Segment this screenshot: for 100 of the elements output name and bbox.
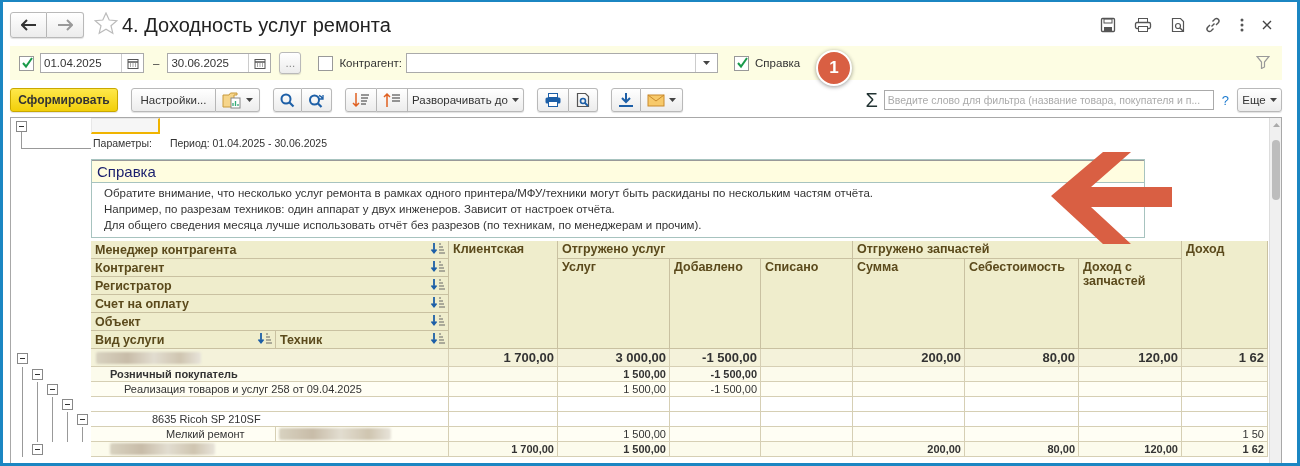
sort-icon[interactable] <box>257 332 273 347</box>
column-header[interactable]: Себестоимость <box>965 259 1079 349</box>
collapse-toggle[interactable] <box>62 399 73 410</box>
collapse-toggle[interactable] <box>77 414 88 425</box>
column-header[interactable]: Регистратор <box>91 277 449 295</box>
filter-icon[interactable] <box>1256 55 1270 69</box>
window-title: 4. Доходность услуг ремонта <box>122 13 391 37</box>
column-header[interactable]: Сумма <box>853 259 965 349</box>
sort-up-icon <box>383 92 401 108</box>
checkbox[interactable] <box>734 55 750 71</box>
parameters-label: Параметры: <box>93 137 152 149</box>
table-cell: 1 700,00 <box>449 349 558 367</box>
date-to-field[interactable]: 30.06.2025 <box>167 53 272 73</box>
sort-descending-button[interactable] <box>345 88 377 112</box>
table-cell: 1 62 <box>1182 349 1268 367</box>
table-cell: 1 62 <box>1182 442 1268 457</box>
counterparty-field[interactable] <box>406 53 719 73</box>
send-mail-button[interactable] <box>641 88 683 112</box>
print-icon[interactable] <box>1132 15 1154 35</box>
download-button[interactable] <box>611 88 641 112</box>
sort-icon[interactable] <box>430 332 446 347</box>
help-text: Для общего сведения месяца лучше использовать отчёт без разрезов (по техникам, по менеджерам и прочим). <box>104 218 703 233</box>
collapse-toggle[interactable] <box>16 121 27 132</box>
caret-icon <box>669 98 676 102</box>
folder-chart-icon <box>222 91 242 109</box>
collapse-toggle[interactable] <box>47 384 58 395</box>
column-header[interactable]: Контрагент <box>91 259 449 277</box>
calendar-icon[interactable] <box>126 57 139 69</box>
envelope-icon <box>647 93 665 107</box>
generate-button[interactable]: Сформировать <box>10 88 118 112</box>
checkbox[interactable] <box>19 55 34 71</box>
selected-cell[interactable] <box>91 118 160 134</box>
column-header[interactable]: Клиентская <box>449 241 558 349</box>
print-preview-button[interactable] <box>569 88 598 112</box>
search-next-button[interactable] <box>302 88 332 112</box>
checkbox[interactable] <box>318 55 334 71</box>
column-header[interactable]: Объект <box>91 313 449 331</box>
column-group-header: Отгружено запчастей <box>853 241 1182 259</box>
column-group-header: Отгружено услуг <box>558 241 853 259</box>
column-header[interactable]: Добавлено <box>670 259 761 349</box>
calendar-icon[interactable] <box>253 57 266 69</box>
caret-icon <box>246 98 253 102</box>
column-header[interactable]: Техник <box>276 331 449 349</box>
help-text: Например, по разрезам техников: один аппарат у двух инженеров. Зависит от настроек отчёта. <box>104 202 616 217</box>
sort-icon[interactable] <box>430 296 446 311</box>
table-cell: 200,00 <box>853 442 965 457</box>
sort-icon[interactable] <box>430 242 446 257</box>
table-cell: 200,00 <box>853 349 965 367</box>
collapse-toggle[interactable] <box>32 369 43 380</box>
table-cell: 8635 Ricoh SP 210SF <box>91 412 449 427</box>
table-cell: 1 500,00 <box>558 442 670 457</box>
more-button[interactable]: Еще <box>1237 88 1282 112</box>
table-cell: 80,00 <box>965 442 1079 457</box>
caret-icon[interactable] <box>703 61 711 65</box>
star-icon[interactable] <box>94 11 118 35</box>
column-header[interactable]: Менеджер контрагента <box>91 241 449 259</box>
column-header[interactable]: Счет на оплату <box>91 295 449 313</box>
download-icon <box>618 92 634 108</box>
print-icon <box>544 92 562 108</box>
save-icon[interactable] <box>1098 15 1118 35</box>
date-from-field[interactable]: 01.04.2025 <box>40 53 144 73</box>
column-header[interactable]: Доход с запчастей <box>1079 259 1182 349</box>
table-cell: Розничный покупатель <box>91 367 449 382</box>
settings-button[interactable]: Настройки... <box>131 88 216 112</box>
scrollbar-thumb[interactable] <box>1272 140 1280 200</box>
column-header[interactable]: Вид услуги <box>91 331 276 349</box>
more-icon[interactable] <box>1238 16 1246 34</box>
sort-icon[interactable] <box>430 278 446 293</box>
close-icon[interactable] <box>1260 18 1274 32</box>
collapse-toggle[interactable] <box>17 352 28 364</box>
sort-ascending-button[interactable] <box>377 88 408 112</box>
scrollbar[interactable] <box>1269 118 1281 463</box>
counterparty-label: Контрагент: <box>339 57 403 69</box>
preview-icon <box>575 92 591 108</box>
caret-icon <box>511 98 519 102</box>
collapse-toggle[interactable] <box>32 444 43 455</box>
forward-arrow-icon <box>57 19 73 31</box>
table-cell: 1 50 <box>1182 427 1268 442</box>
print-button[interactable] <box>537 88 569 112</box>
help-title: Справка <box>92 160 1144 183</box>
range-dash: – <box>153 57 160 69</box>
help-link[interactable]: ? <box>1221 92 1229 108</box>
column-header[interactable]: Списано <box>761 259 853 349</box>
search-button[interactable] <box>273 88 302 112</box>
help-label: Справка <box>755 57 801 69</box>
table-cell: -1 500,00 <box>670 349 761 367</box>
sum-symbol[interactable]: Σ <box>865 88 878 112</box>
expand-to-button[interactable]: Разворачивать до <box>408 88 524 112</box>
table-cell: 1 500,00 <box>558 367 670 382</box>
sort-down-icon <box>352 92 370 108</box>
table-cell: Реализация товаров и услуг 258 от 09.04.2025 <box>91 382 449 397</box>
search-icon <box>280 92 295 108</box>
sort-icon[interactable] <box>430 314 446 329</box>
column-header[interactable]: Услуг <box>558 259 670 349</box>
search-next-icon <box>308 92 325 108</box>
column-header[interactable]: Доход <box>1182 241 1268 349</box>
sort-icon[interactable] <box>430 260 446 275</box>
back-button[interactable] <box>10 12 47 38</box>
variant-button[interactable] <box>216 88 260 112</box>
filter-search-field[interactable]: Введите слово для фильтра (название товара, покупателя и п... <box>883 90 1214 110</box>
